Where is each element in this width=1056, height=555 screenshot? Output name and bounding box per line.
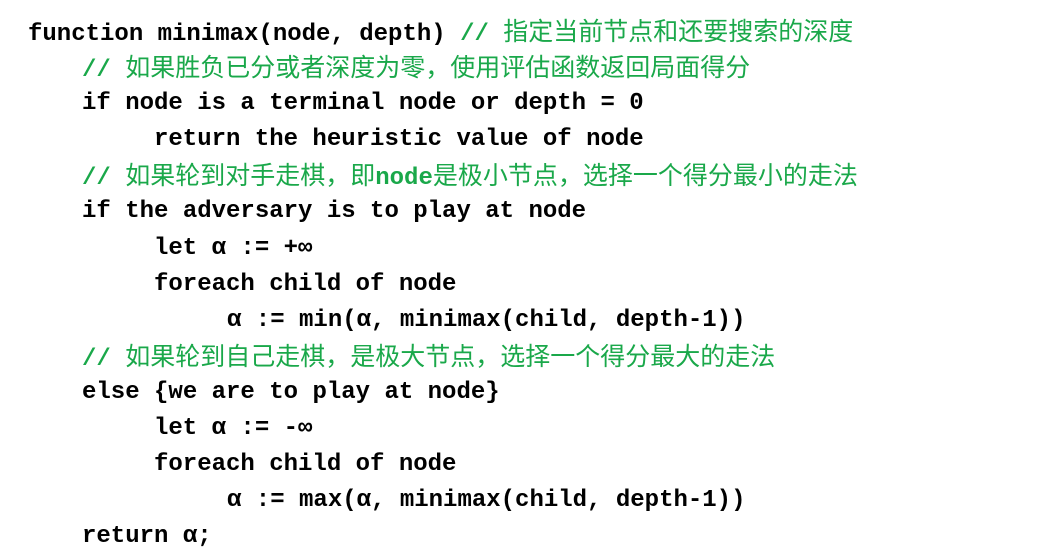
code-line-let-alpha-minus-inf: let α := -∞ [0, 411, 1056, 447]
code-text: foreach child of node [154, 451, 457, 479]
comment-marker: // [82, 165, 126, 193]
comment-marker: // [460, 21, 504, 48]
code-line-comment-max-node: // 如果轮到自己走棋，是极大节点，选择一个得分最大的走法 [0, 339, 1056, 375]
code-line-if-terminal: if node is a terminal node or depth = 0 [0, 86, 1056, 122]
code-text: α := min(α, minimax(child, depth-1)) [227, 306, 746, 334]
code-comment: // 指定当前节点和还要搜索的深度 [460, 17, 853, 48]
comment-text: 指定当前节点和还要搜索的深度 [503, 17, 854, 46]
code-line-foreach-child: foreach child of node [0, 447, 1056, 483]
code-line-return-alpha: return α; [0, 519, 1056, 555]
code-line-let-alpha-plus-inf: let α := +∞ [0, 231, 1056, 267]
comment-text: 如果胜负已分或者深度为零，使用评估函数返回局面得分 [125, 53, 751, 83]
code-line-return-heuristic: return the heuristic value of node [0, 122, 1056, 158]
comment-marker: // [82, 345, 126, 373]
code-text: return α; [82, 523, 212, 551]
code-text: else {we are to play at node} [82, 378, 500, 406]
comment-text: 如果轮到对手走棋，即 [125, 161, 376, 191]
code-line-comment-min-node: // 如果轮到对手走棋，即node是极小节点，选择一个得分最小的走法 [0, 158, 1056, 194]
code-line-comment-terminal: // 如果胜负已分或者深度为零，使用评估函数返回局面得分 [0, 50, 1056, 86]
code-text: let α := +∞ [154, 234, 313, 262]
code-text: if node is a terminal node or depth = 0 [82, 90, 644, 118]
code-line-if-adversary: if the adversary is to play at node [0, 194, 1056, 230]
pseudocode-block: function minimax(node, depth) // 指定当前节点和… [0, 14, 1056, 555]
code-line-alpha-max: α := max(α, minimax(child, depth-1)) [0, 483, 1056, 519]
code-text: foreach child of node [154, 270, 457, 298]
code-line-foreach-child: foreach child of node [0, 267, 1056, 303]
comment-code-word: node [375, 165, 433, 193]
code-text: return the heuristic value of node [154, 126, 644, 154]
code-text: if the adversary is to play at node [82, 198, 587, 226]
code-text: let α := -∞ [154, 415, 313, 443]
code-text: α := max(α, minimax(child, depth-1)) [227, 487, 746, 515]
comment-marker: // [82, 57, 126, 85]
code-line-else-our-turn: else {we are to play at node} [0, 375, 1056, 411]
comment-text: 如果轮到自己走棋，是极大节点，选择一个得分最大的走法 [125, 341, 776, 371]
comment-text: 是极小节点，选择一个得分最小的走法 [432, 161, 858, 191]
code-text: function minimax(node, depth) [28, 21, 461, 48]
code-line-function-signature: function minimax(node, depth) // 指定当前节点和… [0, 14, 1056, 50]
code-line-alpha-min: α := min(α, minimax(child, depth-1)) [0, 303, 1056, 339]
